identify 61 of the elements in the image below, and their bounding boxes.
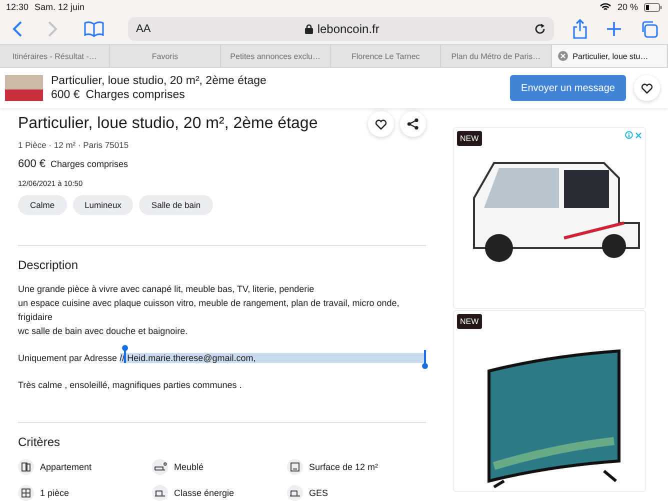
browser-tab[interactable]: Petites annonces exclu…: [220, 45, 331, 67]
favorite-button[interactable]: [368, 111, 394, 137]
address-bar[interactable]: AA leboncoin.fr: [128, 17, 554, 41]
battery-level: 20 %: [617, 2, 638, 12]
tag-chip[interactable]: Salle de bain: [139, 195, 213, 215]
description-text: Une grande pièce à vivre avec canapé lit, meuble bas, TV, literie, penderie un espace cuisine avec plaque cuisson vitro, meuble de rangement, plan de travail, micro onde, frigidaire wc salle de bain avec douche et baignoire.: [18, 283, 400, 338]
battery-icon: [644, 2, 662, 12]
share-icon[interactable]: [572, 19, 588, 39]
description-text: Très calme , ensoleillé, magnifiques parties communes .: [18, 379, 243, 392]
close-icon[interactable]: [558, 51, 568, 61]
reload-icon[interactable]: [534, 23, 546, 35]
wifi-icon: [600, 3, 612, 11]
tabs-icon[interactable]: [640, 20, 658, 38]
heart-icon: [375, 118, 387, 130]
info-icon[interactable]: [625, 131, 633, 139]
appliance-icon: [287, 485, 303, 501]
share-icon: [407, 118, 419, 130]
ad-card[interactable]: NEW: [453, 127, 646, 309]
new-badge: NEW: [457, 314, 482, 329]
ad-card[interactable]: NEW: [453, 310, 646, 492]
close-icon[interactable]: [635, 132, 642, 139]
url-text: leboncoin.fr: [317, 22, 380, 36]
tag-chip[interactable]: Lumineux: [72, 195, 134, 215]
browser-tab[interactable]: Itinéraires - Résultat -…: [0, 45, 110, 67]
book-icon[interactable]: [84, 21, 104, 37]
criterion-label: Appartement: [40, 462, 92, 472]
price: 600 €: [51, 89, 80, 101]
selection-handle[interactable]: [124, 347, 126, 363]
criterion-label: GES: [309, 488, 328, 498]
favorite-button[interactable]: [634, 75, 660, 101]
send-message-button[interactable]: Envoyer un message: [510, 75, 626, 101]
criterion-label: Surface de 12 m²: [309, 462, 378, 472]
criterion-label: Meublé: [174, 462, 204, 472]
new-badge: NEW: [457, 131, 482, 146]
photo-placeholder: [5, 75, 43, 101]
criterion-label: Classe énergie: [174, 488, 234, 498]
price-note: Charges comprises: [86, 89, 185, 101]
section-heading: Description: [18, 258, 80, 272]
rooms-icon: [18, 485, 34, 501]
listing-title: Particulier, loue studio, 20 m², 2ème étage: [18, 115, 318, 133]
bed-icon: [152, 459, 168, 475]
browser-tab[interactable]: Favoris: [110, 45, 221, 67]
price: 600 €: [18, 158, 46, 170]
selection-handle[interactable]: [424, 350, 426, 366]
share-button[interactable]: [400, 111, 426, 137]
plus-icon[interactable]: [606, 21, 622, 37]
building-icon: [18, 459, 34, 475]
text-size-button[interactable]: AA: [136, 23, 151, 35]
browser-tab[interactable]: Florence Le Tarnec: [330, 45, 442, 67]
heart-icon: [641, 82, 653, 94]
price-note: Charges comprises: [50, 159, 128, 169]
lock-icon: [305, 24, 314, 34]
browser-tab[interactable]: Particulier, loue stu…: [552, 45, 668, 67]
tag-chip[interactable]: Calme: [18, 195, 67, 215]
listing-title: Particulier, loue studio, 20 m², 2ème étage: [51, 75, 266, 87]
status-date: Sam. 12 juin: [34, 2, 85, 12]
listing-summary: 1 Pièce · 12 m² · Paris 75015: [18, 140, 130, 150]
appliance-icon: [152, 485, 168, 501]
status-time: 12:30: [6, 2, 29, 12]
criterion-label: 1 pièce: [40, 488, 70, 498]
section-heading: Critères: [18, 435, 62, 449]
